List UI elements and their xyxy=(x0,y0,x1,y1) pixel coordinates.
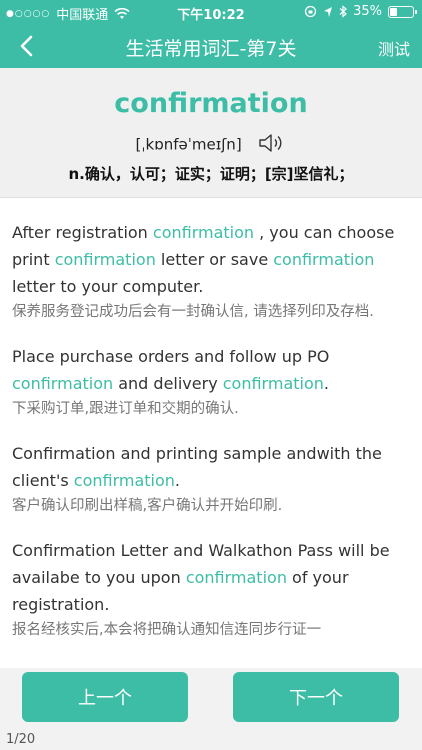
previous-button[interactable]: 上一个 xyxy=(22,672,188,722)
example-translation: 客户确认印刷出样稿,客户确认并开始印刷. xyxy=(12,498,283,514)
example-text-segment: Confirmation and printing sample andwith… xyxy=(12,444,382,490)
page-counter: 1/20 xyxy=(6,732,36,747)
example-text-segment: letter or save xyxy=(155,250,274,269)
word-header: confirmation [ˌkɒnfəˈmeɪʃn] n.确认，认可；证实；证… xyxy=(0,68,422,198)
footer: 上一个 下一个 1/20 xyxy=(0,668,422,750)
word-definition: n.确认，认可；证实；证明；[宗]坚信礼； xyxy=(68,165,354,183)
example-item: After registration confirmation , you ca… xyxy=(12,219,410,325)
status-right: 35% xyxy=(304,4,417,19)
test-button[interactable]: 测试 xyxy=(378,36,410,60)
example-translation: 保养服务登记成功后会有一封确认信, 请选择列印及存档. xyxy=(12,304,374,320)
example-text-segment: letter to your computer. xyxy=(12,277,204,296)
battery-fill xyxy=(390,7,398,16)
speaker-icon xyxy=(259,134,282,152)
battery-percent: 35% xyxy=(353,4,382,19)
bluetooth-icon xyxy=(339,5,348,18)
location-icon xyxy=(324,6,333,17)
highlighted-word: confirmation xyxy=(185,568,287,587)
orientation-lock-icon xyxy=(304,5,317,18)
highlighted-word: confirmation xyxy=(73,471,175,490)
back-button[interactable] xyxy=(10,30,42,62)
status-bar: ●○○○○ 中国联通 下午10:22 35% xyxy=(0,0,422,24)
page-title: 生活常用词汇-第7关 xyxy=(125,38,297,60)
chevron-left-icon xyxy=(20,35,33,57)
example-text-segment: and delivery xyxy=(113,374,223,393)
phonetic-text: [ˌkɒnfəˈmeɪʃn] xyxy=(135,135,242,154)
example-english: Place purchase orders and follow up PO c… xyxy=(12,343,410,397)
example-text-segment: . xyxy=(323,374,329,393)
example-translation: 下采购订单,跟进订单和交期的确认. xyxy=(12,401,239,417)
example-item: Confirmation and printing sample andwith… xyxy=(12,440,410,519)
example-text-segment: Place purchase orders and follow up PO xyxy=(12,347,330,366)
example-english: Confirmation and printing sample andwith… xyxy=(12,440,410,494)
example-english: After registration confirmation , you ca… xyxy=(12,219,410,300)
highlighted-word: confirmation xyxy=(54,250,156,269)
examples-list[interactable]: After registration confirmation , you ca… xyxy=(0,199,422,668)
highlighted-word: confirmation xyxy=(222,374,324,393)
next-button[interactable]: 下一个 xyxy=(233,672,399,722)
example-item: Confirmation Letter and Walkathon Pass w… xyxy=(12,537,410,643)
highlighted-word: confirmation xyxy=(273,250,375,269)
example-translation: 报名经核实后,本会将把确认通知信连同步行证一 xyxy=(12,622,322,638)
example-text-segment: After registration xyxy=(12,223,153,242)
battery-icon xyxy=(388,5,417,18)
speaker-button[interactable] xyxy=(258,132,286,158)
example-item: Place purchase orders and follow up PO c… xyxy=(12,343,410,422)
nav-bar: 生活常用词汇-第7关 测试 xyxy=(0,24,422,68)
phonetic-row: [ˌkɒnfəˈmeɪʃn] xyxy=(0,132,422,158)
highlighted-word: confirmation xyxy=(12,374,114,393)
example-english: Confirmation Letter and Walkathon Pass w… xyxy=(12,537,410,618)
example-text-segment: . xyxy=(174,471,180,490)
word-term: confirmation xyxy=(114,88,308,119)
highlighted-word: confirmation xyxy=(152,223,255,242)
